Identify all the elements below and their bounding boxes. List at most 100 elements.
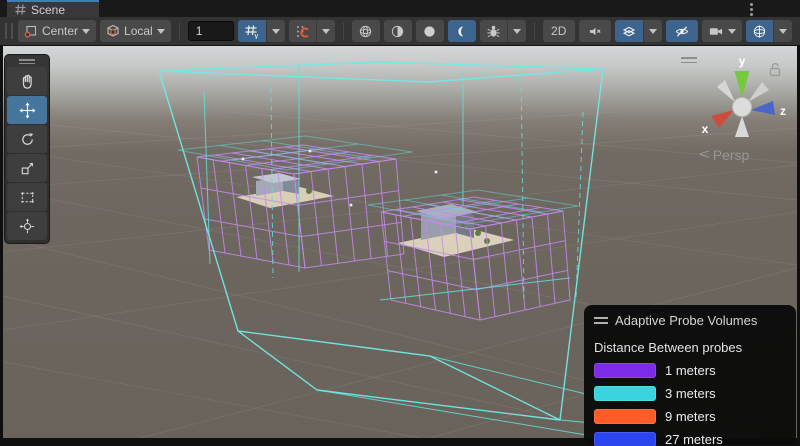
view-hand-tool-button[interactable] (7, 67, 47, 95)
legend-label-3m: 3 meters (665, 386, 716, 401)
gizmos-dropdown[interactable] (773, 20, 792, 42)
legend-label-9m: 9 meters (665, 409, 716, 424)
scale-icon (19, 160, 36, 177)
scene-visibility-button[interactable] (666, 20, 698, 42)
debug-group (480, 20, 526, 42)
hand-icon (19, 73, 36, 90)
axis-z-label: z (780, 104, 786, 118)
speaker-muted-icon (587, 24, 603, 39)
legend-row: 1 meters (594, 363, 786, 378)
projection-label: Persp (713, 147, 750, 163)
adaptive-probe-volumes-panel: Adaptive Probe Volumes Distance Between … (584, 305, 796, 444)
effects-group (615, 20, 662, 42)
snap-increment-button[interactable] (289, 20, 316, 42)
chevron-down-icon (649, 29, 657, 38)
move-tool-button[interactable] (7, 96, 47, 124)
rect-tool-button[interactable] (7, 183, 47, 211)
grid-axis-icon: y (244, 24, 260, 39)
tools-overlay (4, 54, 50, 244)
rendering-debug-button[interactable] (480, 20, 507, 42)
grid-tab-icon (15, 4, 26, 15)
legend-swatch-3m (594, 386, 656, 401)
lock-icon[interactable] (768, 62, 782, 77)
chevron-down-icon (157, 29, 165, 38)
apv-title: Adaptive Probe Volumes (615, 313, 757, 328)
legend-row: 9 meters (594, 409, 786, 424)
rotate-tool-button[interactable] (7, 125, 47, 153)
unity-scene-window: Scene Center Local (0, 0, 800, 446)
audio-mute-button[interactable] (579, 20, 611, 42)
axis-x-cone[interactable] (711, 110, 734, 128)
camera-icon (708, 24, 724, 39)
rotate-icon (19, 131, 36, 148)
transform-tool-button[interactable] (7, 212, 47, 240)
moon-icon (454, 24, 469, 39)
apv-subtitle: Distance Between probes (594, 340, 786, 355)
transform-icon (19, 218, 36, 235)
grid-size-input[interactable] (188, 21, 234, 41)
toolbar-drag-handle[interactable] (5, 23, 13, 39)
axis-x-label: x (702, 122, 709, 136)
grid-visibility-dropdown[interactable] (266, 20, 285, 42)
orientation-button[interactable]: Local (100, 20, 171, 42)
half-sphere-icon (390, 24, 405, 39)
legend-swatch-9m (594, 409, 656, 424)
grid-visual-group: y (238, 20, 285, 42)
scene-lighting-off-button[interactable] (448, 20, 476, 42)
apv-drag-handle[interactable] (594, 317, 608, 323)
axis-y-label: y (739, 54, 746, 68)
legend-swatch-27m (594, 432, 656, 446)
mode-2d-label: 2D (551, 24, 566, 38)
wire-sphere-icon (358, 24, 373, 39)
axis-negz-cone[interactable] (717, 80, 735, 102)
grid-axis-letter: y (254, 31, 258, 39)
eye-slash-icon (674, 24, 690, 39)
legend-row: 27 meters (594, 432, 786, 446)
pivot-mode-label: Center (42, 24, 78, 38)
toolbar-separator (343, 22, 344, 40)
tools-drag-handle[interactable] (7, 58, 47, 66)
snap-increment-dropdown[interactable] (316, 20, 335, 42)
bug-icon (486, 24, 501, 39)
move-icon (19, 102, 36, 119)
axis-y-cone[interactable] (735, 71, 750, 98)
chevron-down-icon (322, 29, 330, 38)
shading-shaded-wire-button[interactable] (384, 20, 412, 42)
effects-dropdown[interactable] (643, 20, 662, 42)
legend-row: 3 meters (594, 386, 786, 401)
scene-toolbar: Center Local y (0, 17, 800, 46)
chevron-down-icon (779, 29, 787, 38)
apv-header: Adaptive Probe Volumes (594, 313, 786, 328)
cube-icon (106, 24, 120, 38)
pivot-icon (24, 24, 38, 38)
axis-negx-cone[interactable] (748, 82, 769, 102)
gizmo-sphere-icon (752, 24, 767, 39)
window-menu-icon[interactable] (744, 2, 758, 16)
pivot-mode-button[interactable]: Center (18, 20, 96, 42)
tab-scene[interactable]: Scene (7, 0, 99, 17)
snap-group (289, 20, 335, 42)
gizmo-center[interactable] (733, 98, 752, 117)
scene-lighting-on-button[interactable] (416, 20, 444, 42)
scale-tool-button[interactable] (7, 154, 47, 182)
persp-arrow-icon: < (699, 146, 710, 163)
snap-magnet-icon (295, 24, 310, 39)
effects-button[interactable] (615, 20, 643, 42)
tab-bar: Scene (0, 0, 800, 17)
chevron-down-icon (272, 29, 280, 38)
gizmos-button[interactable] (746, 20, 773, 42)
gizmos-group (746, 20, 792, 42)
camera-settings-button[interactable] (702, 20, 742, 42)
shading-wireframe-button[interactable] (352, 20, 380, 42)
toolbar-separator (534, 22, 535, 40)
legend-swatch-1m (594, 363, 656, 378)
orientation-label: Local (124, 24, 153, 38)
rendering-debug-dropdown[interactable] (507, 20, 526, 42)
axis-z-cone[interactable] (751, 101, 775, 115)
projection-toggle[interactable]: < Persp (700, 146, 790, 163)
chevron-down-icon (513, 29, 521, 38)
grid-visibility-button[interactable]: y (238, 20, 266, 42)
axis-negy-cone[interactable] (735, 116, 749, 137)
mode-2d-button[interactable]: 2D (543, 20, 575, 42)
chevron-down-icon (82, 29, 90, 38)
